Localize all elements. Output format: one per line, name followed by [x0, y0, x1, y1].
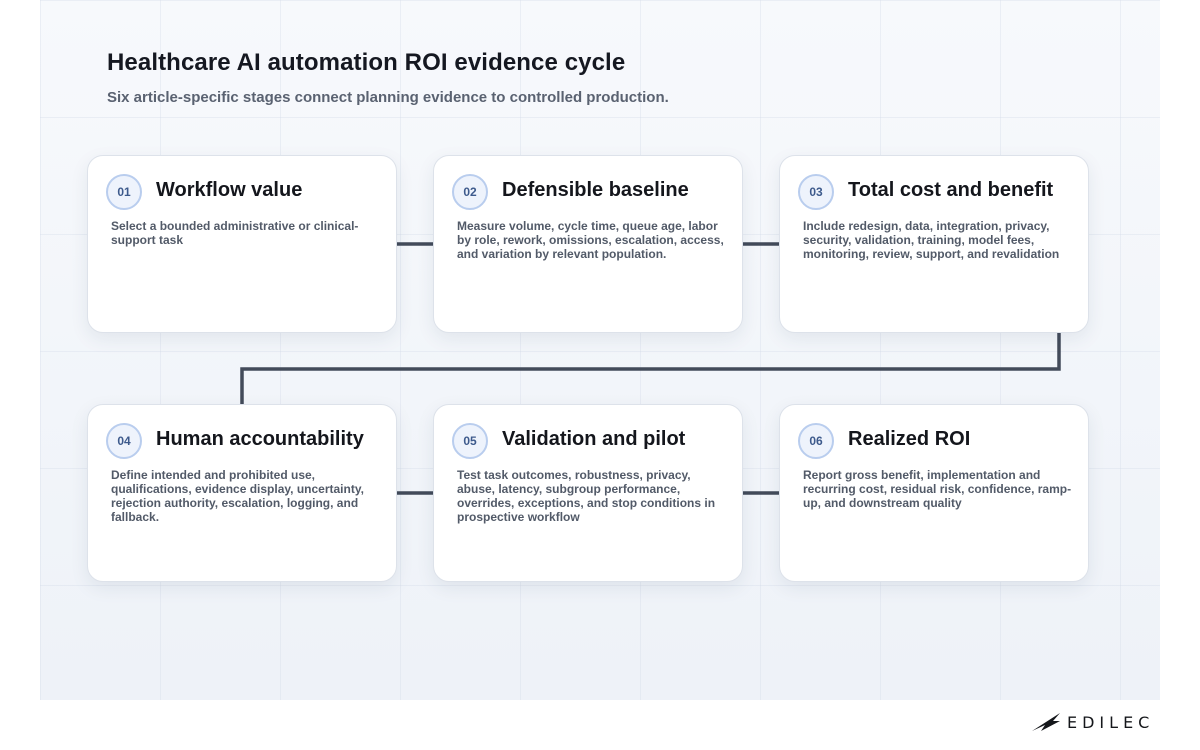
- stage-title: Total cost and benefit: [848, 179, 1054, 201]
- stage-connectors: [240, 242, 1061, 495]
- stage-number-badge: 06: [798, 423, 834, 459]
- stage-description: Report gross benefit, implementation and…: [803, 468, 1072, 510]
- brand-name: EDILEC: [1067, 712, 1155, 732]
- stage-number-badge: 03: [798, 174, 834, 210]
- brand-wing-icon: [1032, 713, 1060, 731]
- stage-title: Defensible baseline: [502, 179, 689, 201]
- connector-03-04: [240, 333, 1061, 405]
- stage-title: Human accountability: [156, 428, 364, 450]
- stage-number-badge: 05: [452, 423, 488, 459]
- stage-card-workflow-value: 01 Workflow value Select a bounded admin…: [87, 155, 397, 333]
- stage-number-badge: 02: [452, 174, 488, 210]
- stage-title: Workflow value: [156, 179, 303, 201]
- stage-description: Include redesign, data, integration, pri…: [803, 219, 1060, 261]
- stage-card-total-cost-and-benefit: 03 Total cost and benefit Include redesi…: [779, 155, 1089, 333]
- stage-title: Realized ROI: [848, 428, 971, 450]
- brand-logo: EDILEC: [1031, 712, 1154, 732]
- stage-card-realized-roi: 06 Realized ROI Report gross benefit, im…: [779, 404, 1089, 582]
- stage-card-defensible-baseline: 02 Defensible baseline Measure volume, c…: [433, 155, 743, 333]
- stage-description: Define intended and prohibited use, qual…: [111, 468, 364, 524]
- stage-number-badge: 01: [106, 174, 142, 210]
- stage-description: Measure volume, cycle time, queue age, l…: [457, 219, 724, 261]
- stage-number-badge: 04: [106, 423, 142, 459]
- stage-card-human-accountability: 04 Human accountability Define intended …: [87, 404, 397, 582]
- stage-card-validation-and-pilot: 05 Validation and pilot Test task outcom…: [433, 404, 743, 582]
- stage-title: Validation and pilot: [502, 428, 686, 450]
- stage-description: Select a bounded administrative or clini…: [111, 219, 359, 247]
- stage-description: Test task outcomes, robustness, privacy,…: [457, 468, 716, 524]
